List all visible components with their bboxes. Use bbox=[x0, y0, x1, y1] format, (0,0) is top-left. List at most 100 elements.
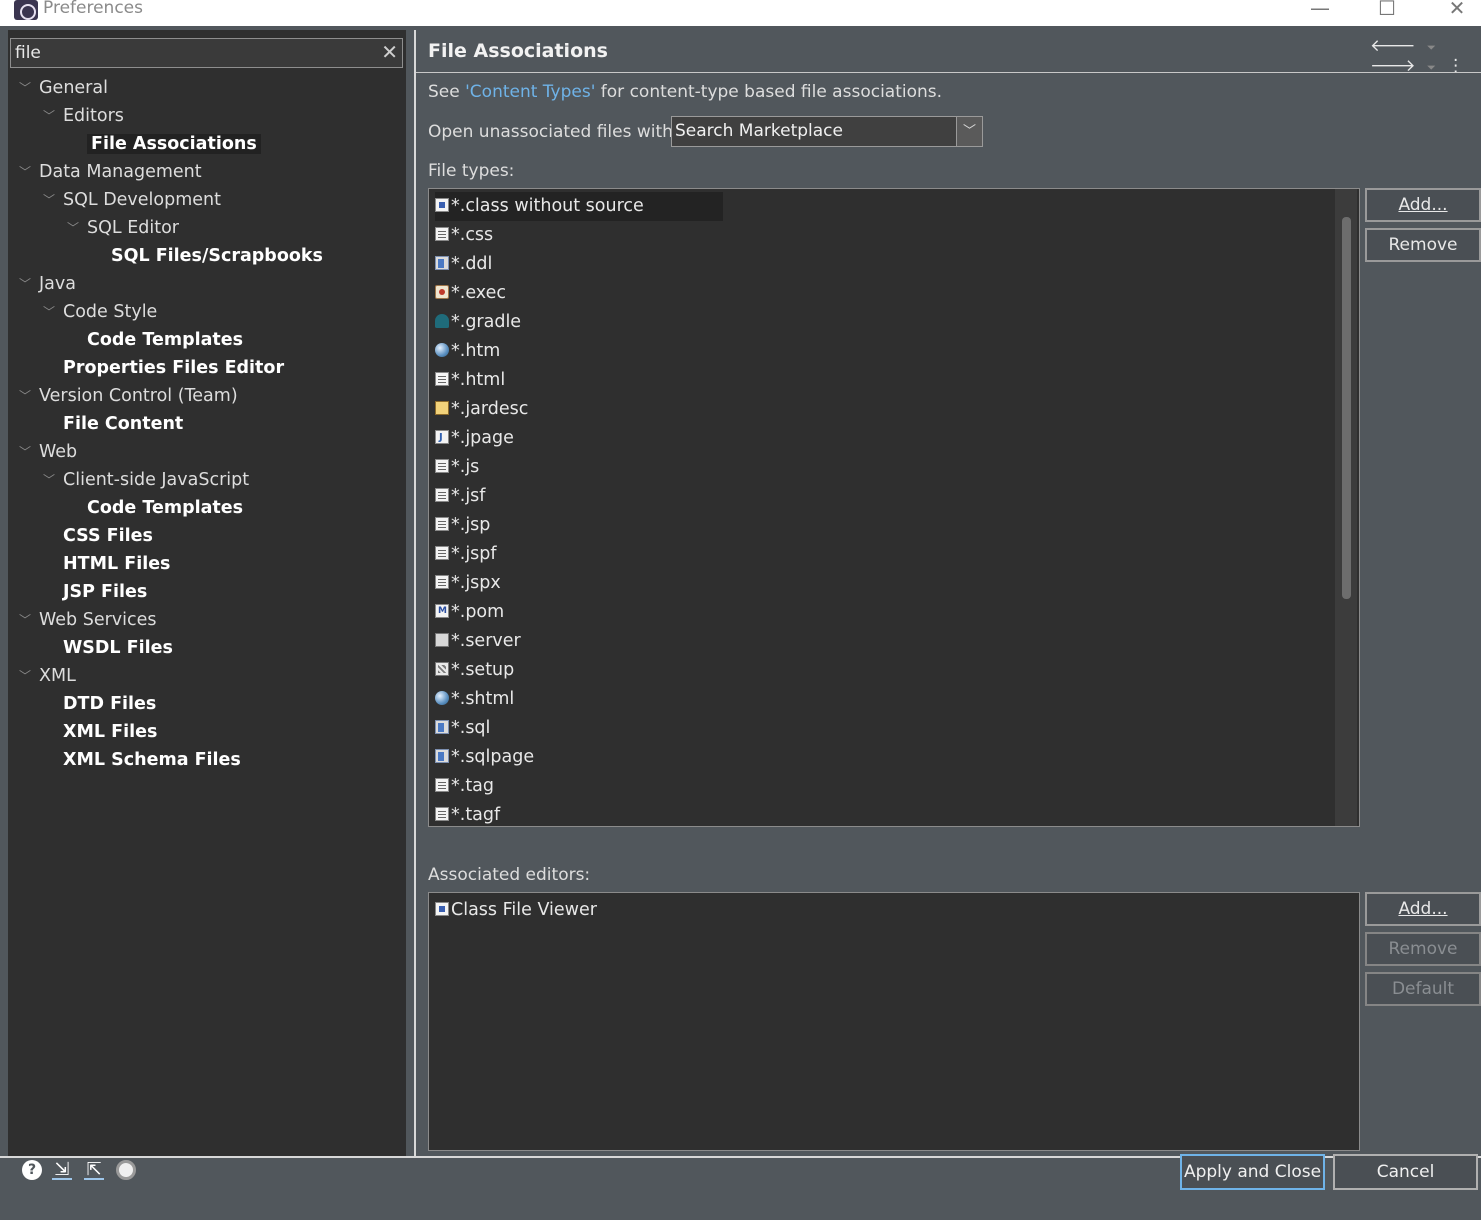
list-item-label: *.jsf bbox=[451, 486, 486, 506]
tree-item[interactable]: ﹀ Code Style bbox=[43, 298, 158, 326]
tree-item[interactable]: ﹀ SQL Editor bbox=[67, 214, 179, 242]
tree-item[interactable]: WSDL Files bbox=[63, 634, 173, 662]
maximize-button[interactable]: ☐ bbox=[1372, 0, 1402, 20]
list-item[interactable]: *.html bbox=[435, 366, 505, 395]
content-types-link[interactable]: 'Content Types' bbox=[465, 82, 595, 102]
tree-expand-chevron-icon[interactable]: ﹀ bbox=[19, 270, 33, 298]
sash-divider[interactable] bbox=[414, 30, 416, 1156]
tree-item[interactable]: ﹀ SQL Development bbox=[43, 186, 221, 214]
list-item[interactable]: *.htm bbox=[435, 337, 500, 366]
list-item[interactable]: *.jspf bbox=[435, 540, 497, 569]
list-item[interactable]: *.tag bbox=[435, 772, 494, 801]
tree-item[interactable]: CSS Files bbox=[63, 522, 153, 550]
view-menu-icon[interactable]: ⋮ bbox=[1447, 56, 1464, 76]
tree-expand-chevron-icon[interactable]: ﹀ bbox=[43, 298, 57, 326]
back-arrow-icon[interactable]: 🡐 bbox=[1370, 36, 1416, 56]
tree-expand-chevron-icon[interactable]: ﹀ bbox=[43, 186, 57, 214]
open-unassociated-select[interactable]: Search Marketplace ﹀ bbox=[671, 116, 983, 147]
tree-item[interactable]: Code Templates bbox=[87, 326, 243, 354]
add-file-type-button[interactable]: Add... bbox=[1365, 188, 1481, 222]
tree-item[interactable]: JSP Files bbox=[63, 578, 147, 606]
tree-item[interactable]: File Associations bbox=[87, 130, 261, 158]
filter-field[interactable]: ✕ bbox=[10, 38, 403, 68]
tree-item[interactable]: XML Files bbox=[63, 718, 157, 746]
list-item[interactable]: *.jpage bbox=[435, 423, 514, 453]
tree-item[interactable]: File Content bbox=[63, 410, 183, 438]
tree-item[interactable]: DTD Files bbox=[63, 690, 156, 718]
import-icon[interactable]: ⇲ bbox=[52, 1160, 72, 1180]
tree-item[interactable]: ﹀ Version Control (Team) bbox=[19, 382, 238, 410]
tree-expand-chevron-icon[interactable]: ﹀ bbox=[43, 102, 57, 130]
list-item[interactable]: *.jsp bbox=[435, 511, 490, 540]
tree-expand-chevron-icon[interactable]: ﹀ bbox=[19, 606, 33, 634]
tree-item[interactable]: ﹀ Client-side JavaScript bbox=[43, 466, 249, 494]
tree-item[interactable]: XML Schema Files bbox=[63, 746, 241, 774]
list-item[interactable]: *.ddl bbox=[435, 250, 492, 279]
list-item[interactable]: *.jardesc bbox=[435, 395, 528, 424]
list-item[interactable]: *.gradle bbox=[435, 308, 521, 337]
filter-input[interactable] bbox=[11, 39, 402, 67]
tree-expand-chevron-icon[interactable]: ﹀ bbox=[67, 214, 81, 242]
tree-item[interactable]: ﹀ XML bbox=[19, 662, 76, 690]
tree-item-label: Code Style bbox=[63, 302, 158, 322]
preference-tree: ﹀ General ﹀ Editors File Associations ﹀ Data M… bbox=[8, 74, 403, 1154]
tree-item-label: Version Control (Team) bbox=[39, 386, 238, 406]
forward-arrow-icon[interactable]: 🡒 bbox=[1370, 56, 1416, 76]
tree-item[interactable]: ﹀ Web Services bbox=[19, 606, 157, 634]
tree-item[interactable]: ﹀ General bbox=[19, 74, 108, 102]
back-menu-icon[interactable]: ⏷ bbox=[1427, 41, 1436, 54]
list-item[interactable]: Class File Viewer bbox=[435, 896, 597, 925]
clear-filter-icon[interactable]: ✕ bbox=[381, 40, 398, 64]
list-item[interactable]: *.class without source bbox=[435, 192, 723, 221]
close-window-button[interactable]: ✕ bbox=[1442, 0, 1472, 20]
window-title-bar: Preferences — ☐ ✕ bbox=[0, 0, 1481, 26]
file-types-list[interactable]: *.class without source *.css *.ddl *.exec *.… bbox=[428, 188, 1360, 827]
list-item-label: *.shtml bbox=[451, 689, 515, 709]
list-item[interactable]: *.tagf bbox=[435, 801, 500, 826]
tree-item-label: HTML Files bbox=[63, 554, 171, 574]
list-item[interactable]: *.jspx bbox=[435, 569, 501, 598]
tree-expand-chevron-icon[interactable]: ﹀ bbox=[19, 438, 33, 466]
help-icon[interactable]: ? bbox=[22, 1160, 42, 1180]
tree-item[interactable]: ﹀ Data Management bbox=[19, 158, 202, 186]
tree-expand-chevron-icon[interactable]: ﹀ bbox=[43, 466, 57, 494]
list-item[interactable]: *.sql bbox=[435, 714, 490, 743]
preferences-dialog: ✕ ﹀ General ﹀ Editors File Associations ﹀ Data… bbox=[0, 26, 1481, 1220]
tree-expand-chevron-icon[interactable]: ﹀ bbox=[19, 74, 33, 102]
scrollbar-thumb[interactable] bbox=[1342, 217, 1351, 599]
list-item-label: *.sqlpage bbox=[451, 747, 535, 767]
list-item[interactable]: *.setup bbox=[435, 656, 514, 685]
list-item[interactable]: *.server bbox=[435, 627, 521, 656]
tree-item[interactable]: ﹀ Java bbox=[19, 270, 76, 298]
chevron-down-icon[interactable]: ﹀ bbox=[956, 117, 982, 146]
cancel-button[interactable]: Cancel bbox=[1333, 1154, 1478, 1190]
class-file-icon bbox=[435, 198, 449, 212]
list-item[interactable]: *.sqlpage bbox=[435, 743, 534, 772]
export-icon[interactable]: ⇱ bbox=[84, 1160, 104, 1180]
default-editor-button[interactable]: Default bbox=[1365, 972, 1481, 1006]
tree-item[interactable]: HTML Files bbox=[63, 550, 170, 578]
apply-and-close-button[interactable]: Apply and Close bbox=[1180, 1154, 1325, 1190]
tree-expand-chevron-icon[interactable]: ﹀ bbox=[19, 662, 33, 690]
list-item[interactable]: *.js bbox=[435, 453, 479, 482]
tree-item[interactable]: ﹀ Editors bbox=[43, 102, 124, 130]
file-types-scrollbar[interactable] bbox=[1335, 189, 1357, 826]
remove-editor-button[interactable]: Remove bbox=[1365, 932, 1481, 966]
list-item[interactable]: *.pom bbox=[435, 597, 504, 627]
tree-item[interactable]: ﹀ Web bbox=[19, 438, 77, 466]
tree-expand-chevron-icon[interactable]: ﹀ bbox=[19, 158, 33, 186]
associated-editors-list[interactable]: Class File Viewer bbox=[428, 892, 1360, 1151]
oomph-record-icon[interactable] bbox=[116, 1160, 136, 1180]
tree-item[interactable]: Properties Files Editor bbox=[63, 354, 284, 382]
file-types-label: File types: bbox=[428, 161, 515, 181]
minimize-button[interactable]: — bbox=[1305, 0, 1335, 20]
tree-item[interactable]: Code Templates bbox=[87, 494, 243, 522]
tree-expand-chevron-icon[interactable]: ﹀ bbox=[19, 382, 33, 410]
list-item[interactable]: *.shtml bbox=[435, 685, 514, 714]
list-item[interactable]: *.jsf bbox=[435, 482, 485, 511]
add-editor-button[interactable]: Add... bbox=[1365, 892, 1481, 926]
list-item[interactable]: *.css bbox=[435, 221, 493, 250]
list-item[interactable]: *.exec bbox=[435, 279, 506, 308]
tree-item[interactable]: SQL Files/Scrapbooks bbox=[111, 242, 323, 270]
remove-file-type-button[interactable]: Remove bbox=[1365, 228, 1481, 262]
